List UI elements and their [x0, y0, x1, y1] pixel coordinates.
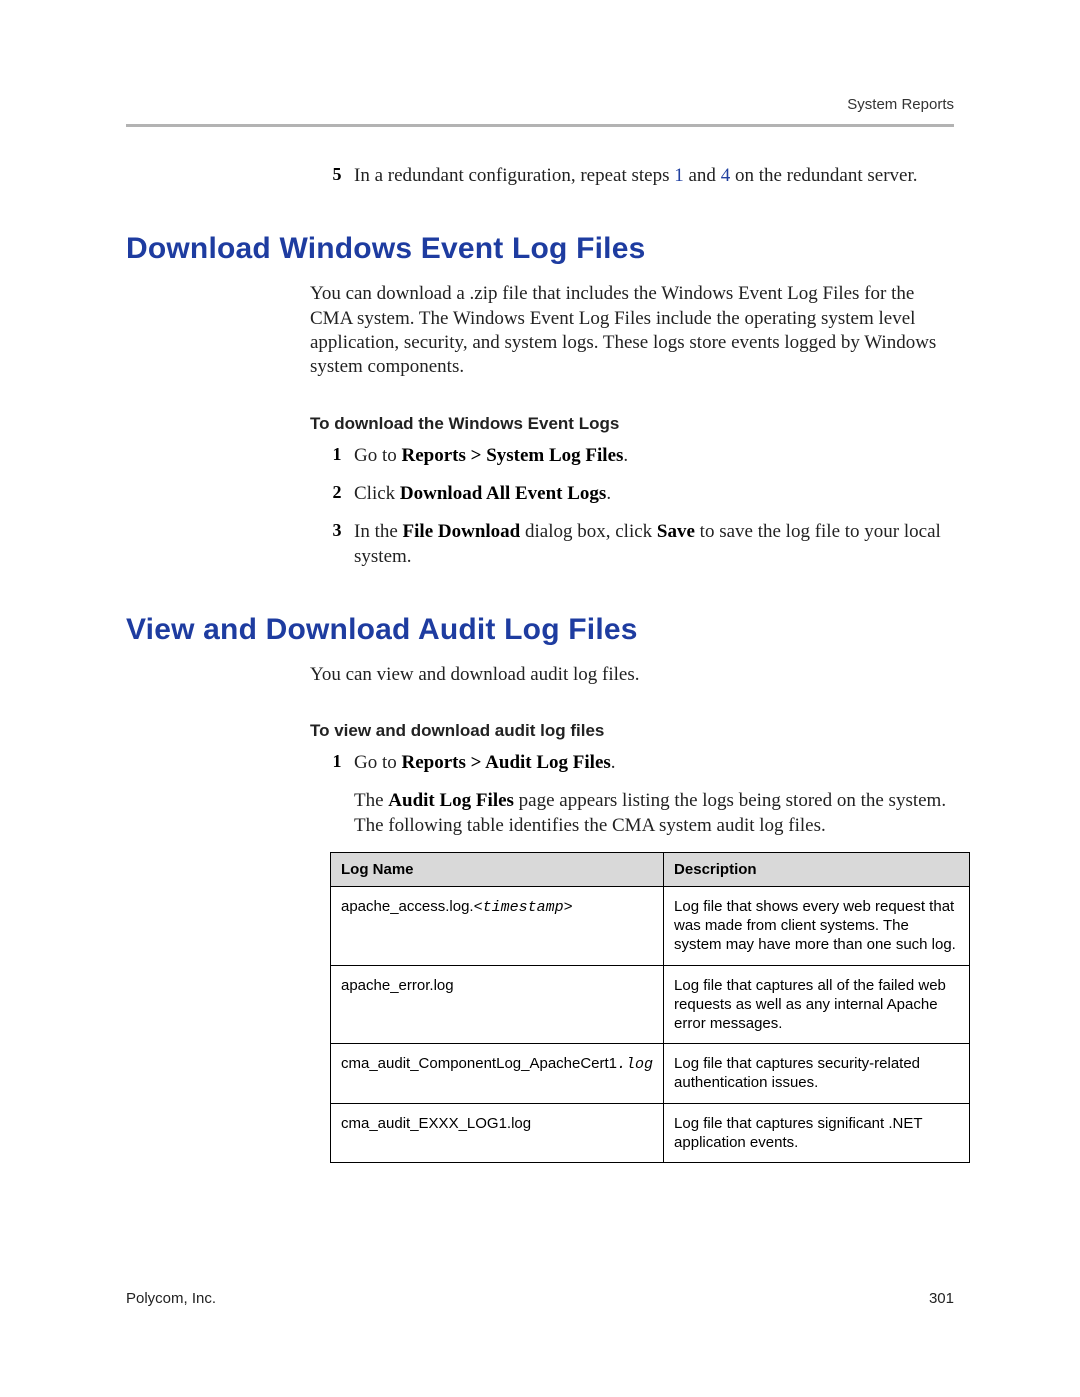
text: cma_audit_ComponentLog_ApacheCert1: [341, 1055, 617, 1072]
table-row: apache_error.log Log file that captures …: [331, 965, 970, 1044]
step-2: 2 Click Download All Event Logs.: [310, 482, 954, 506]
bold-text: Download All Event Logs: [400, 483, 606, 504]
bold-text: Reports > System Log Files: [402, 445, 624, 466]
text: Go to: [354, 752, 402, 773]
step-body: Click Download All Event Logs.: [354, 482, 954, 506]
text: on the redundant server.: [730, 165, 917, 186]
link-step-1[interactable]: 1: [674, 165, 684, 186]
text: In the: [354, 521, 403, 542]
step-3: 3 In the File Download dialog box, click…: [310, 520, 954, 569]
text: and: [684, 165, 721, 186]
step-number: 5: [310, 164, 354, 188]
cell-log-name: cma_audit_EXXX_LOG1.log: [331, 1103, 664, 1162]
text: apache_error.log: [341, 977, 454, 994]
bold-text: Reports > Audit Log Files: [402, 752, 611, 773]
header-rule: [126, 124, 954, 127]
link-step-4[interactable]: 4: [721, 165, 731, 186]
step-number: 3: [310, 520, 354, 569]
cell-description: Log file that captures significant .NET …: [664, 1103, 970, 1162]
text: In a redundant configuration, repeat ste…: [354, 165, 674, 186]
subheading-download-event-logs: To download the Windows Event Logs: [310, 414, 954, 434]
footer-page-number: 301: [929, 1290, 954, 1307]
text: dialog box, click: [520, 521, 657, 542]
step-body: In a redundant configuration, repeat ste…: [354, 164, 954, 188]
bold-text: File Download: [403, 521, 521, 542]
mono-text: .log: [617, 1056, 653, 1073]
step-body: In the File Download dialog box, click S…: [354, 520, 954, 569]
table-row: cma_audit_ComponentLog_ApacheCert1.log L…: [331, 1044, 970, 1103]
audit-log-table: Log Name Description apache_access.log.<…: [330, 852, 970, 1163]
cell-description: Log file that shows every web request th…: [664, 887, 970, 966]
text: apache_access.log.: [341, 898, 474, 915]
step-5: 5 In a redundant configuration, repeat s…: [310, 164, 954, 188]
table-row: apache_access.log.<timestamp> Log file t…: [331, 887, 970, 966]
page-header-section: System Reports: [847, 96, 954, 113]
step-number: 1: [310, 751, 354, 775]
paragraph: You can view and download audit log file…: [310, 663, 954, 687]
cell-log-name: apache_access.log.<timestamp>: [331, 887, 664, 966]
mono-text: <timestamp>: [474, 899, 573, 916]
subheading-view-download-audit-log-files: To view and download audit log files: [310, 721, 954, 741]
step-body: Go to Reports > System Log Files.: [354, 444, 954, 468]
step-1: 1 Go to Reports > System Log Files.: [310, 444, 954, 468]
text: The: [354, 790, 388, 811]
bold-text: Audit Log Files: [388, 790, 514, 811]
text: Click: [354, 483, 400, 504]
heading-view-download-audit-log-files: View and Download Audit Log Files: [126, 613, 954, 647]
step-number: 2: [310, 482, 354, 506]
bold-text: Save: [657, 521, 695, 542]
table-row: cma_audit_EXXX_LOG1.log Log file that ca…: [331, 1103, 970, 1162]
text: .: [623, 445, 628, 466]
footer-company: Polycom, Inc.: [126, 1290, 216, 1307]
cell-log-name: cma_audit_ComponentLog_ApacheCert1.log: [331, 1044, 664, 1103]
text: .: [606, 483, 611, 504]
step-1: 1 Go to Reports > Audit Log Files.: [310, 751, 954, 775]
paragraph: You can download a .zip file that includ…: [310, 282, 954, 379]
paragraph: The Audit Log Files page appears listing…: [354, 789, 954, 838]
table-header-description: Description: [664, 853, 970, 887]
step-number: 1: [310, 444, 354, 468]
text: cma_audit_EXXX_LOG1.log: [341, 1115, 531, 1132]
table-header-log-name: Log Name: [331, 853, 664, 887]
cell-description: Log file that captures security-related …: [664, 1044, 970, 1103]
heading-download-windows-event-log-files: Download Windows Event Log Files: [126, 232, 954, 266]
step-body: Go to Reports > Audit Log Files.: [354, 751, 954, 775]
text: Go to: [354, 445, 402, 466]
cell-description: Log file that captures all of the failed…: [664, 965, 970, 1044]
cell-log-name: apache_error.log: [331, 965, 664, 1044]
text: .: [611, 752, 616, 773]
